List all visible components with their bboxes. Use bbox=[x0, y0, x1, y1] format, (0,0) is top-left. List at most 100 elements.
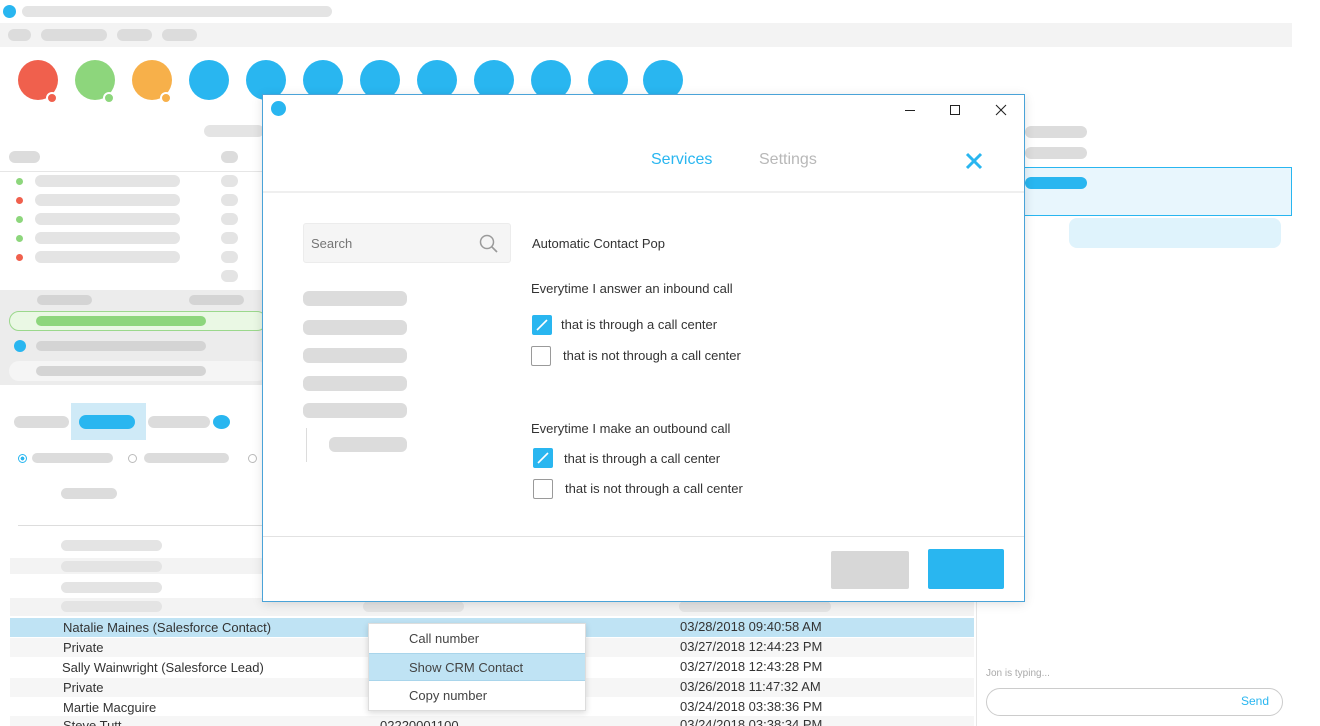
settings-dialog: Services Settings Automatic Contact Pop … bbox=[262, 94, 1025, 602]
call-row-name: Steve Tutt bbox=[63, 718, 122, 726]
presence-dot bbox=[16, 216, 23, 223]
footer-divider bbox=[263, 536, 1024, 537]
app-logo-icon bbox=[3, 5, 16, 18]
menu-item-call-number[interactable]: Call number bbox=[369, 625, 585, 653]
chat-header bbox=[1025, 147, 1087, 159]
list-row[interactable] bbox=[61, 601, 162, 612]
typing-indicator: Jon is typing... bbox=[986, 668, 1050, 679]
check-icon bbox=[537, 452, 549, 464]
tab-badge bbox=[213, 415, 230, 429]
call-row-datetime: 03/26/2018 11:47:32 AM bbox=[680, 679, 821, 694]
list-row-number bbox=[363, 601, 464, 612]
nav-subitem[interactable] bbox=[329, 437, 407, 452]
nav-item[interactable] bbox=[303, 348, 407, 363]
send-button[interactable]: Send bbox=[1241, 694, 1269, 708]
menu-item-show-crm-contact[interactable]: Show CRM Contact bbox=[369, 653, 585, 681]
tab-history[interactable] bbox=[14, 416, 69, 428]
contact-name[interactable] bbox=[35, 213, 180, 225]
close-icon[interactable] bbox=[965, 152, 983, 170]
call-progress bbox=[36, 316, 206, 326]
presence-dot bbox=[16, 235, 23, 242]
contact-name[interactable] bbox=[35, 175, 180, 187]
contact-name[interactable] bbox=[35, 232, 180, 244]
menu-item-copy-number[interactable]: Copy number bbox=[369, 682, 585, 710]
inbound-not-callcenter-label: that is not through a call center bbox=[563, 348, 741, 363]
save-button[interactable] bbox=[928, 549, 1004, 589]
nav-item[interactable] bbox=[303, 403, 407, 418]
search-icon[interactable] bbox=[479, 234, 499, 254]
contact-ext bbox=[221, 213, 238, 225]
outbound-callcenter-checkbox[interactable] bbox=[533, 448, 553, 468]
call-row-datetime: 03/27/2018 12:43:28 PM bbox=[680, 659, 823, 674]
radio-all[interactable] bbox=[18, 454, 27, 463]
inbound-callcenter-checkbox[interactable] bbox=[532, 315, 552, 335]
call-row-number: 02220001100 bbox=[380, 718, 459, 726]
inbound-not-callcenter-checkbox[interactable] bbox=[531, 346, 551, 366]
call-row-datetime: 03/27/2018 12:44:23 PM bbox=[680, 639, 823, 654]
cancel-button[interactable] bbox=[831, 551, 909, 589]
radio-missed[interactable] bbox=[128, 454, 137, 463]
outbound-not-callcenter-label: that is not through a call center bbox=[565, 481, 743, 496]
menu-item[interactable] bbox=[8, 29, 31, 41]
tab-settings[interactable]: Settings bbox=[759, 151, 817, 169]
nav-item[interactable] bbox=[303, 376, 407, 391]
call-row-name: Private bbox=[63, 680, 104, 695]
search-input[interactable] bbox=[311, 235, 471, 251]
contact-ext bbox=[221, 270, 238, 282]
list-row[interactable] bbox=[61, 540, 162, 551]
chat-input[interactable] bbox=[986, 688, 1283, 716]
call-row-name: Sally Wainwright (Salesforce Lead) bbox=[62, 660, 264, 675]
minus-icon bbox=[46, 92, 58, 104]
call-row-name: Private bbox=[63, 640, 104, 655]
call-row-datetime: 03/28/2018 09:40:58 AM bbox=[680, 619, 822, 634]
call-row-name: Natalie Maines (Salesforce Contact) bbox=[63, 620, 272, 635]
header-divider bbox=[263, 191, 1024, 193]
radio-other[interactable] bbox=[248, 454, 257, 463]
column-header bbox=[9, 151, 40, 163]
menu-item[interactable] bbox=[117, 29, 152, 41]
window-close-icon[interactable] bbox=[986, 99, 1016, 121]
contact-ext bbox=[221, 251, 238, 263]
inbound-callcenter-label: that is through a call center bbox=[561, 317, 718, 332]
dialog-logo-icon bbox=[271, 101, 286, 116]
check-icon bbox=[536, 319, 548, 331]
section-title: Automatic Contact Pop bbox=[532, 236, 665, 251]
chat-header bbox=[1025, 126, 1087, 138]
chat-selected-row[interactable] bbox=[1025, 167, 1292, 216]
calls-header bbox=[37, 295, 92, 305]
presence-dot bbox=[16, 197, 23, 204]
clock-icon bbox=[160, 92, 172, 104]
column-header-name bbox=[61, 488, 117, 499]
list-row-date bbox=[679, 601, 831, 612]
tab-services[interactable]: Services bbox=[651, 151, 712, 169]
call-row-datetime: 03/24/2018 03:38:36 PM bbox=[680, 699, 823, 714]
tab-selected[interactable] bbox=[79, 415, 135, 429]
menu-item[interactable] bbox=[162, 29, 197, 41]
radio-label bbox=[32, 453, 113, 463]
tab-voicemail[interactable] bbox=[148, 416, 210, 428]
menu-item[interactable] bbox=[41, 29, 107, 41]
call-row bbox=[36, 366, 206, 376]
contact-name[interactable] bbox=[35, 251, 180, 263]
list-row[interactable] bbox=[61, 561, 162, 572]
panel-header bbox=[204, 125, 264, 137]
list-row[interactable] bbox=[61, 582, 162, 593]
contact-ext bbox=[221, 232, 238, 244]
check-icon bbox=[103, 92, 115, 104]
nav-item[interactable] bbox=[303, 320, 407, 335]
minimize-icon[interactable] bbox=[895, 99, 925, 121]
presence-dot bbox=[16, 178, 23, 185]
maximize-icon[interactable] bbox=[940, 99, 970, 121]
contact-ext bbox=[221, 175, 238, 187]
calls-header bbox=[189, 295, 244, 305]
toolbar-button[interactable] bbox=[189, 60, 229, 100]
call-history-row[interactable] bbox=[10, 716, 974, 726]
inbound-heading: Everytime I answer an inbound call bbox=[531, 281, 733, 296]
call-row[interactable] bbox=[36, 341, 206, 351]
call-row-name: Martie Macguire bbox=[63, 700, 157, 715]
contact-name[interactable] bbox=[35, 194, 180, 206]
outbound-not-callcenter-checkbox[interactable] bbox=[533, 479, 553, 499]
nav-tree-line bbox=[306, 428, 307, 462]
outbound-heading: Everytime I make an outbound call bbox=[531, 421, 731, 436]
nav-item[interactable] bbox=[303, 291, 407, 306]
